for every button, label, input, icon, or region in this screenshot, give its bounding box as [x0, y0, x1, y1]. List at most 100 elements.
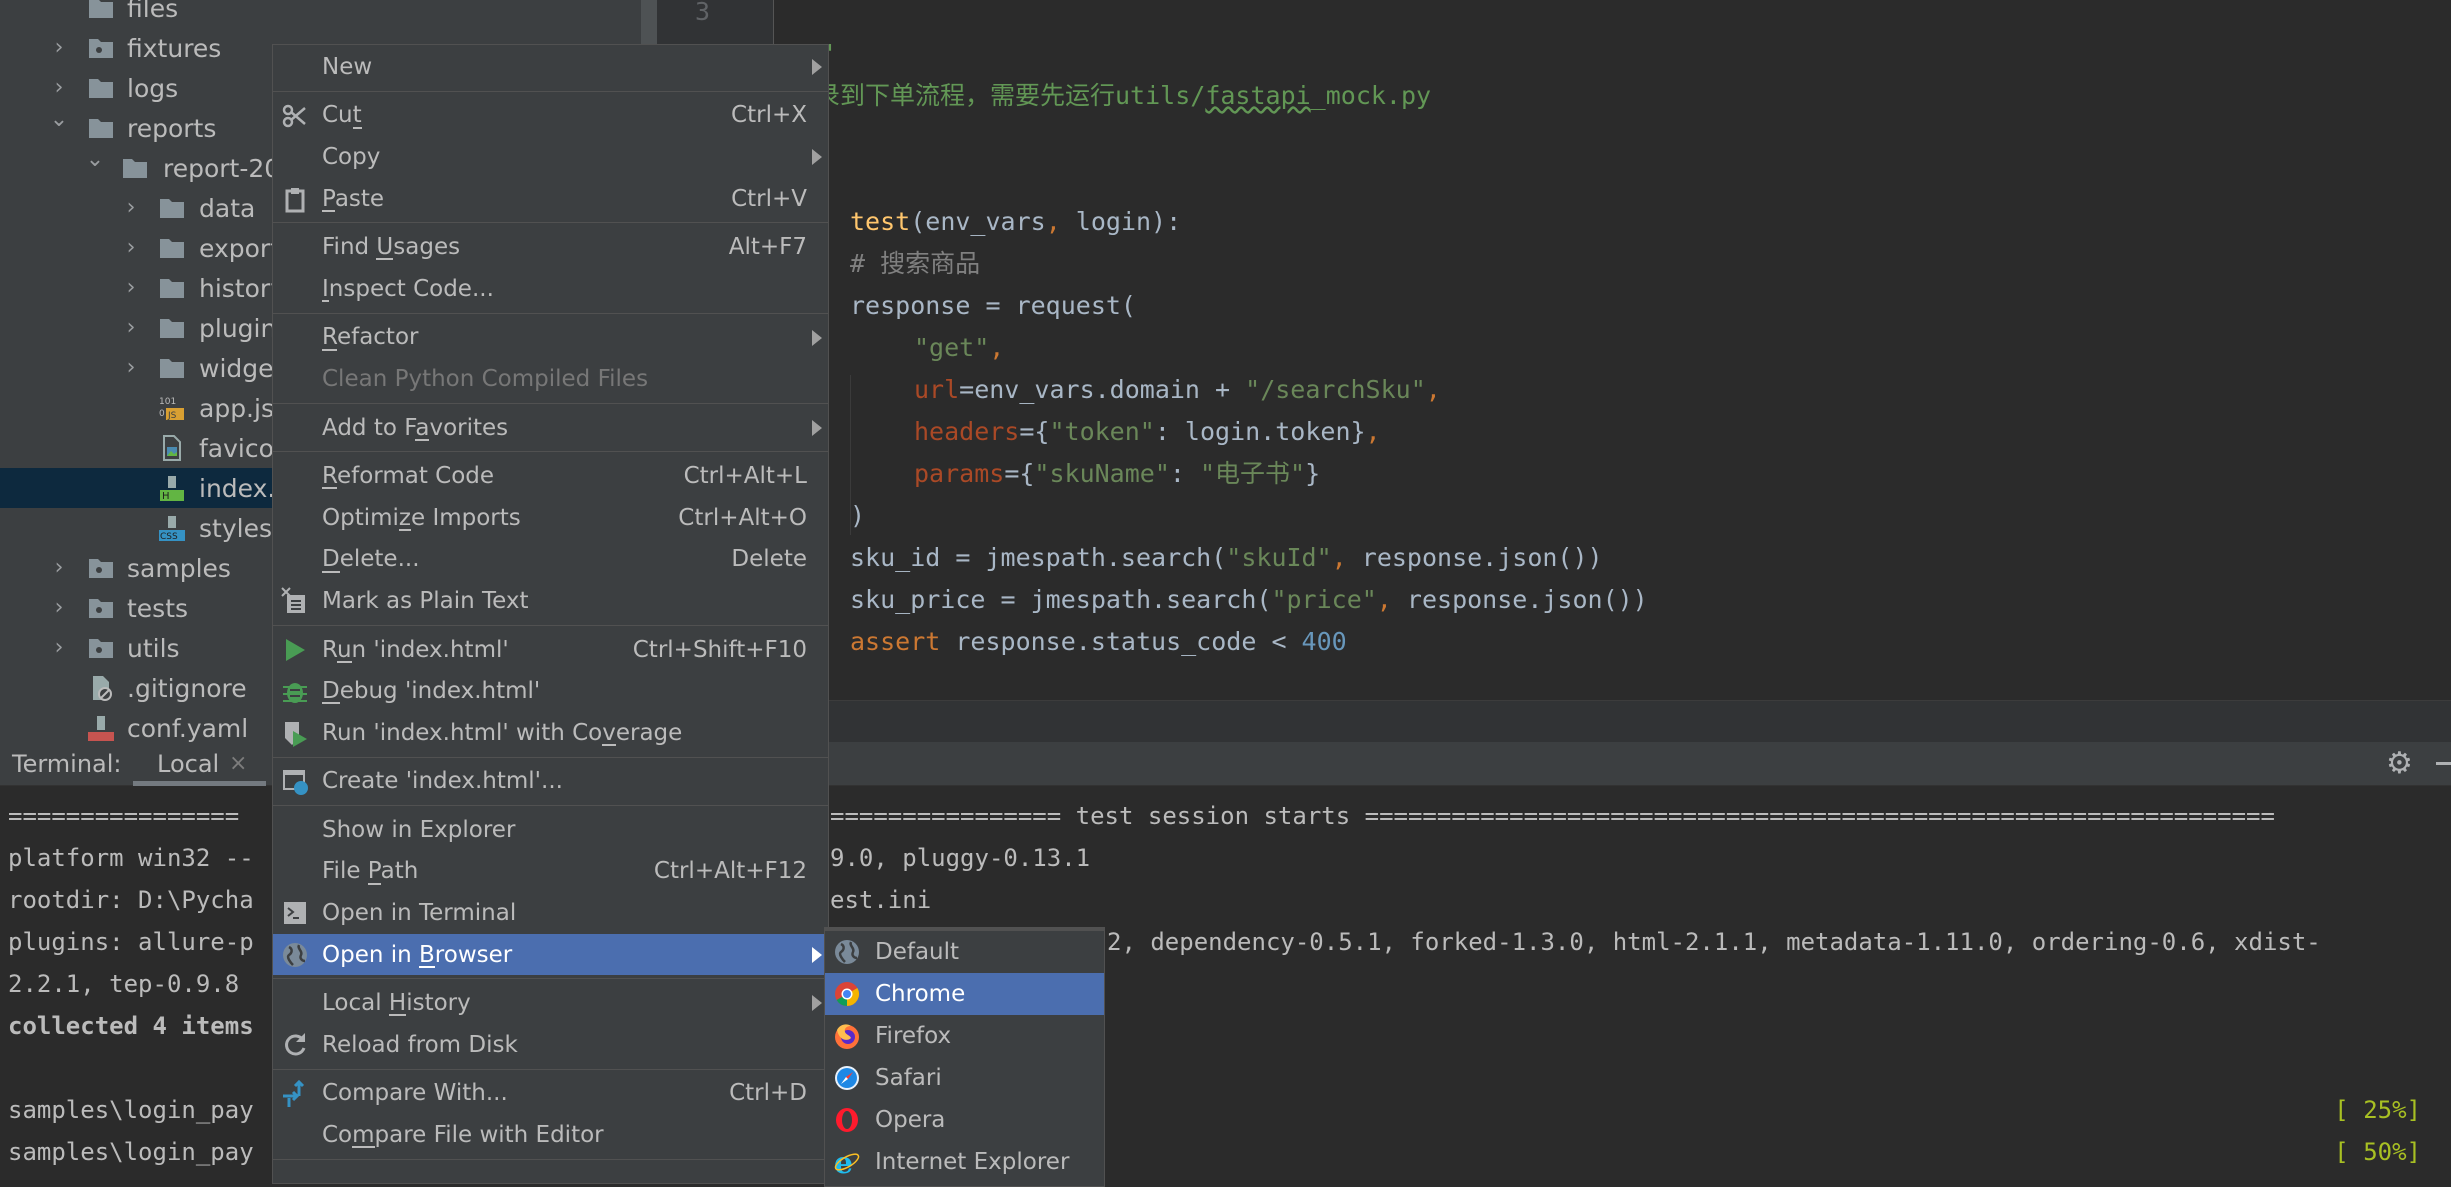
browser-item-default[interactable]: Default: [825, 931, 1104, 973]
folder-pkg-icon: [87, 554, 115, 582]
menu-item-label: Delete...: [322, 546, 420, 573]
terminal-line-tail: est.ini: [830, 886, 932, 914]
coverage-icon: [281, 719, 309, 747]
mnemonic-underline: [322, 348, 337, 351]
browser-item-firefox[interactable]: Firefox: [825, 1015, 1104, 1057]
menu-item-local-history[interactable]: Local History: [273, 982, 828, 1024]
submenu-arrow-icon: [812, 995, 822, 1012]
code-line: params={"skuName": "电子书"}: [914, 453, 1320, 495]
menu-item-clean-python-compiled-files: Clean Python Compiled Files: [273, 358, 828, 400]
code-line: headers={"token": login.token},: [914, 411, 1381, 453]
chevron-right-icon[interactable]: ›: [49, 37, 69, 59]
chevron-right-icon[interactable]: ›: [121, 357, 141, 379]
tree-item-label: export: [199, 233, 280, 263]
menu-item-find-usages[interactable]: Find Usages Alt+F7: [273, 226, 828, 268]
menu-item-reformat-code[interactable]: Reformat Code Ctrl+Alt+L: [273, 455, 828, 497]
chevron-right-icon[interactable]: ›: [121, 197, 141, 219]
code-token: ,: [1425, 375, 1441, 404]
minimize-icon[interactable]: [2436, 762, 2451, 765]
code-token: : login.token}: [1154, 417, 1366, 446]
menu-item-copy[interactable]: Copy: [273, 136, 828, 178]
code-line: response = request(: [850, 285, 1136, 327]
menu-item-label: Paste: [322, 185, 385, 212]
menu-item-open-in-browser[interactable]: Open in Browser: [273, 933, 828, 976]
menu-item-delete[interactable]: Delete... Delete: [273, 539, 828, 581]
menu-item-paste[interactable]: Paste Ctrl+V: [273, 178, 828, 220]
menu-item-add-to-favorites[interactable]: Add to Favorites: [273, 407, 828, 449]
browser-item-chrome[interactable]: Chrome: [825, 973, 1104, 1015]
terminal-line-tail: 9.0, pluggy-0.13.1: [830, 844, 1091, 872]
menu-item-debug-index-html[interactable]: Debug 'index.html': [273, 670, 828, 712]
chevron-right-icon[interactable]: ›: [121, 317, 141, 339]
chevron-down-icon[interactable]: ⌄: [49, 109, 69, 131]
menu-item-refactor[interactable]: Refactor: [273, 317, 828, 359]
folder-pkg-icon: [87, 634, 115, 662]
code-token: sku_id = jmespath.search(: [850, 543, 1227, 572]
browser-item-opera[interactable]: Opera: [825, 1099, 1104, 1141]
chevron-right-icon[interactable]: ›: [121, 237, 141, 259]
mnemonic-underline: [398, 528, 411, 531]
menu-item-label: Show in Explorer: [322, 816, 516, 843]
menu-item-compare-with[interactable]: Compare With... Ctrl+D: [273, 1073, 828, 1115]
tab-local[interactable]: Local ×: [133, 742, 266, 786]
folder-icon: [87, 114, 115, 142]
menu-item-cut[interactable]: Cut Ctrl+X: [273, 95, 828, 137]
menu-item-open-in-terminal[interactable]: Open in Terminal: [273, 892, 828, 934]
browser-item-safari[interactable]: Safari: [825, 1057, 1104, 1099]
menu-item-new[interactable]: New: [273, 46, 828, 88]
code-token: test: [850, 207, 911, 236]
terminal-line: samples\login_pay: [8, 1138, 254, 1166]
menu-item-file-path[interactable]: File Path Ctrl+Alt+F12: [273, 851, 828, 893]
menu-item-run-index-html-with-coverage[interactable]: Run 'index.html' with Coverage: [273, 712, 828, 754]
code-token: headers: [914, 417, 1020, 446]
menu-separator: [273, 1066, 828, 1073]
menu-item-shortcut: Ctrl+Alt+F12: [653, 858, 807, 885]
plain-text-icon: [281, 587, 309, 615]
svg-text:JS: JS: [167, 411, 177, 421]
menu-separator: [273, 88, 828, 95]
mnemonic-underline: [419, 965, 435, 968]
code-line: "get",: [914, 327, 1004, 369]
scissors-icon: [281, 102, 309, 130]
gear-icon[interactable]: ⚙: [2386, 749, 2414, 779]
code-token: "get": [914, 333, 990, 362]
chevron-down-icon[interactable]: ⌄: [85, 149, 105, 171]
context-menu: New Cut Ctrl+X Copy Paste Ctrl+V Find Usages Al…: [272, 44, 829, 1184]
menu-item-run-index-html[interactable]: Run 'index.html' Ctrl+Shift+F10: [273, 629, 828, 671]
tree-item[interactable]: files: [0, 0, 641, 28]
chevron-right-icon[interactable]: ›: [49, 597, 69, 619]
close-icon[interactable]: ×: [229, 742, 247, 786]
menu-item-optimize-imports[interactable]: Optimize Imports Ctrl+Alt+O: [273, 497, 828, 539]
globe-icon: [833, 938, 861, 966]
tree-item-label: data: [199, 193, 256, 223]
folder-icon: [158, 194, 186, 222]
folder-icon: [121, 154, 149, 182]
code-token: 登录到下单流程，需要先运行utils/: [790, 81, 1206, 110]
chevron-right-icon[interactable]: ›: [49, 557, 69, 579]
browser-item-internet-explorer[interactable]: e Internet Explorer: [825, 1141, 1104, 1183]
menu-item-label: Optimize Imports: [322, 504, 521, 531]
chevron-right-icon[interactable]: ›: [121, 277, 141, 299]
menu-item-inspect-code[interactable]: Inspect Code...: [273, 268, 828, 310]
submenu-arrow-icon: [812, 946, 822, 963]
menu-item-mark-as-plain-text[interactable]: Mark as Plain Text: [273, 580, 828, 622]
chevron-right-icon[interactable]: ›: [49, 637, 69, 659]
menu-item-compare-file-with-editor[interactable]: Compare File with Editor: [273, 1114, 828, 1156]
menu-item-label: Debug 'index.html': [322, 678, 541, 705]
menu-item-label: Reload from Disk: [322, 1031, 518, 1058]
code-editor[interactable]: """登录到下单流程，需要先运行utils/fastapi_mock.pytes…: [775, 0, 2451, 700]
menu-item-label: Refactor: [322, 324, 419, 351]
globe-icon: [281, 941, 309, 969]
menu-item-create-index-html[interactable]: Create 'index.html'...: [273, 761, 828, 803]
menu-item-show-in-explorer[interactable]: Show in Explorer: [273, 809, 828, 851]
run-icon: [281, 636, 309, 664]
code-token: # 搜索商品: [850, 249, 981, 278]
chrome-icon: [833, 980, 861, 1008]
menu-item-reload-from-disk[interactable]: Reload from Disk: [273, 1024, 828, 1066]
menu-item-label: Open in Browser: [322, 941, 513, 968]
tree-item-label: reports: [127, 113, 217, 143]
reload-icon: [281, 1031, 309, 1059]
css-file-icon: CSS: [158, 514, 186, 542]
chevron-right-icon[interactable]: ›: [49, 77, 69, 99]
svg-text:101: 101: [159, 397, 176, 407]
